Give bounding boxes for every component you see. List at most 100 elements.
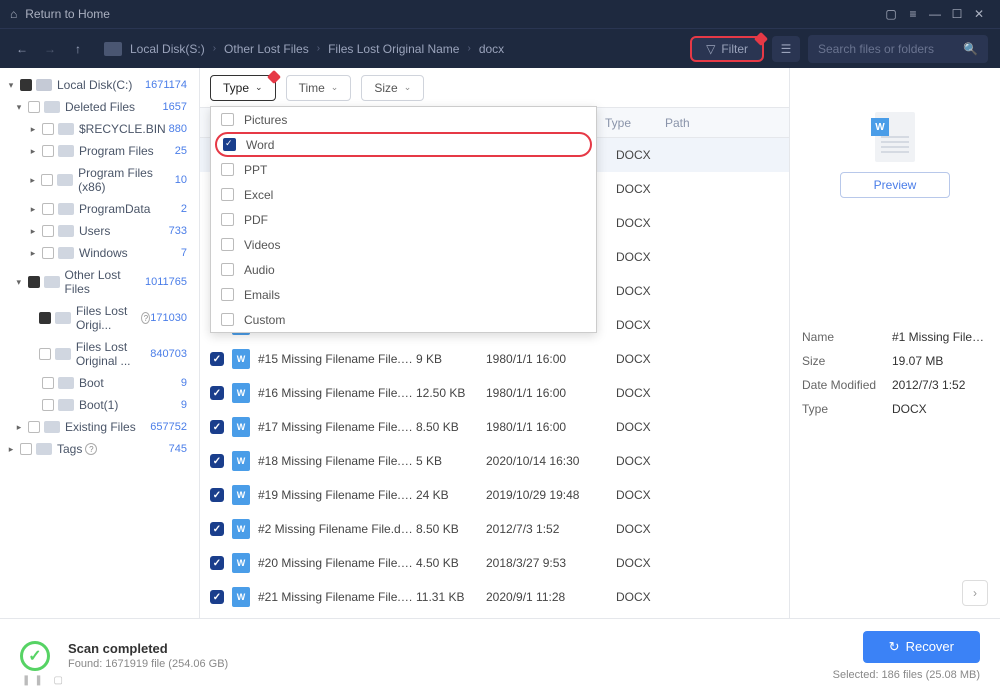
home-icon[interactable]: ⌂ (10, 7, 17, 21)
preview-panel: W Preview Name#1 Missing Filena... Size1… (790, 68, 1000, 618)
sidebar-item[interactable]: ▾Deleted Files1657 (0, 96, 199, 118)
menu-icon[interactable]: ≡ (902, 3, 924, 25)
dropdown-option[interactable]: Custom (211, 307, 596, 332)
row-checkbox[interactable] (210, 454, 224, 468)
sidebar-item[interactable]: ▸Users733 (0, 220, 199, 242)
sidebar-item[interactable]: ▸$RECYCLE.BIN880 (0, 118, 199, 140)
type-filter-pill[interactable]: Type ⌄ (210, 75, 276, 101)
filter-icon: ▽ (706, 42, 715, 56)
sidebar-item[interactable]: Files Lost Original ...840703 (0, 336, 199, 372)
row-checkbox[interactable] (210, 488, 224, 502)
time-filter-pill[interactable]: Time ⌄ (286, 75, 352, 101)
dropdown-option[interactable]: PDF (211, 207, 596, 232)
time-filter-label: Time (299, 81, 325, 95)
breadcrumb-item[interactable]: Local Disk(S:) (130, 42, 205, 56)
type-dropdown: PicturesWordPPTExcelPDFVideosAudioEmails… (210, 106, 597, 333)
return-home-link[interactable]: Return to Home (25, 7, 110, 21)
word-file-icon: W (232, 587, 250, 607)
breadcrumb-item[interactable]: Files Lost Original Name (328, 42, 459, 56)
close-icon[interactable]: ✕ (968, 3, 990, 25)
chevron-down-icon: ⌄ (331, 82, 339, 93)
up-arrow-icon[interactable]: ↑ (68, 39, 88, 59)
filter-label: Filter (721, 42, 748, 56)
file-details: Name#1 Missing Filena... Size19.07 MB Da… (802, 330, 988, 426)
dropdown-option[interactable]: Pictures (211, 107, 596, 132)
dropdown-option[interactable]: Emails (211, 282, 596, 307)
chevron-down-icon: ⌄ (255, 82, 263, 93)
dropdown-option[interactable]: Videos (211, 232, 596, 257)
word-file-icon: W (232, 451, 250, 471)
table-row[interactable]: W#18 Missing Filename File.docx5 KB2020/… (200, 444, 789, 478)
row-checkbox[interactable] (210, 420, 224, 434)
scan-complete-icon (20, 641, 50, 671)
recover-button[interactable]: ↻ Recover (863, 631, 980, 663)
row-checkbox[interactable] (210, 590, 224, 604)
recover-label: Recover (906, 639, 954, 654)
selected-text: Selected: 186 files (25.08 MB) (833, 669, 980, 681)
row-checkbox[interactable] (210, 556, 224, 570)
chevron-down-icon: ⌄ (404, 82, 412, 93)
sidebar-item[interactable]: Boot(1)9 (0, 394, 199, 416)
word-file-icon: W (232, 417, 250, 437)
table-row[interactable]: W#17 Missing Filename File.docx8.50 KB19… (200, 410, 789, 444)
search-input[interactable]: Search files or folders 🔍 (808, 35, 988, 63)
table-row[interactable]: W#19 Missing Filename File.docx24 KB2019… (200, 478, 789, 512)
scan-status: Scan completed Found: 1671919 file (254.… (68, 641, 228, 670)
search-placeholder: Search files or folders (818, 42, 963, 56)
detail-size-label: Size (802, 354, 892, 368)
dropdown-option[interactable]: Excel (211, 182, 596, 207)
table-row[interactable]: W#21 Missing Filename File.docx11.31 KB2… (200, 580, 789, 614)
detail-type-label: Type (802, 402, 892, 416)
dropdown-option[interactable]: PPT (211, 157, 596, 182)
sidebar-item[interactable]: ▸ProgramData2 (0, 198, 199, 220)
row-checkbox[interactable] (210, 522, 224, 536)
sidebar: ▾Local Disk(C:)1671174▾Deleted Files1657… (0, 68, 200, 618)
sidebar-item[interactable]: ▸Program Files25 (0, 140, 199, 162)
col-type[interactable]: Type (605, 116, 665, 130)
preview-button[interactable]: Preview (840, 172, 950, 198)
breadcrumb-item[interactable]: docx (479, 42, 504, 56)
back-arrow-icon[interactable]: ← (12, 39, 32, 59)
sidebar-item[interactable]: ▸Program Files (x86)10 (0, 162, 199, 198)
detail-type-value: DOCX (892, 402, 988, 416)
status-title: Scan completed (68, 641, 228, 656)
footer: Scan completed Found: 1671919 file (254.… (0, 618, 1000, 692)
disk-icon (104, 42, 122, 56)
next-page-button[interactable]: › (962, 580, 988, 606)
table-row[interactable]: W#16 Missing Filename File.docx12.50 KB1… (200, 376, 789, 410)
table-row[interactable]: W#15 Missing Filename File.docx9 KB1980/… (200, 342, 789, 376)
detail-date-value: 2012/7/3 1:52 (892, 378, 988, 392)
filter-bar: Type ⌄ Time ⌄ Size ⌄ (200, 68, 789, 108)
sidebar-item[interactable]: Boot9 (0, 372, 199, 394)
size-filter-pill[interactable]: Size ⌄ (361, 75, 424, 101)
maximize-icon[interactable]: ☐ (946, 3, 968, 25)
dropdown-option[interactable]: Word (215, 132, 592, 157)
word-file-icon: W (232, 553, 250, 573)
detail-date-label: Date Modified (802, 378, 892, 392)
sidebar-item[interactable]: ▾Other Lost Files1011765 (0, 264, 199, 300)
preview-box: W Preview (802, 80, 988, 230)
titlebar: ⌂ Return to Home ▢ ≡ — ☐ ✕ (0, 0, 1000, 28)
type-filter-label: Type (223, 81, 249, 95)
list-view-icon[interactable]: ☰ (772, 36, 800, 62)
table-row[interactable]: W#20 Missing Filename File.docx4.50 KB20… (200, 546, 789, 580)
sidebar-item[interactable]: ▸Existing Files657752 (0, 416, 199, 438)
file-list-panel: Type ⌄ Time ⌄ Size ⌄ PicturesWordPPTExce… (200, 68, 790, 618)
detail-size-value: 19.07 MB (892, 354, 988, 368)
minimize-icon[interactable]: — (924, 3, 946, 25)
type-filter-badge (266, 69, 280, 83)
sidebar-item[interactable]: ▸Windows7 (0, 242, 199, 264)
table-row[interactable]: W#2 Missing Filename File.docx8.50 KB201… (200, 512, 789, 546)
col-path[interactable]: Path (665, 116, 789, 130)
dropdown-option[interactable]: Audio (211, 257, 596, 282)
row-checkbox[interactable] (210, 386, 224, 400)
filter-badge (754, 31, 768, 45)
breadcrumb-item[interactable]: Other Lost Files (224, 42, 309, 56)
window-layout-icon[interactable]: ▢ (880, 3, 902, 25)
filter-button[interactable]: ▽ Filter (690, 36, 764, 62)
sidebar-item[interactable]: ▸Tags?745 (0, 438, 199, 460)
pause-stop-icons[interactable]: ❚❚ ▢ (22, 675, 67, 686)
row-checkbox[interactable] (210, 352, 224, 366)
sidebar-item[interactable]: ▾Local Disk(C:)1671174 (0, 74, 199, 96)
sidebar-item[interactable]: Files Lost Origi...?171030 (0, 300, 199, 336)
